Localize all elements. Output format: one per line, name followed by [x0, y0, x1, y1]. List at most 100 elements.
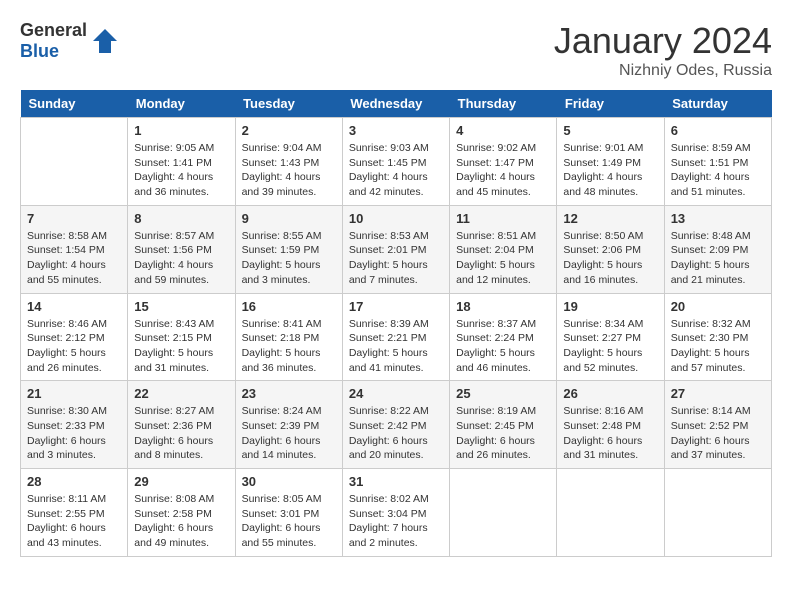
calendar-cell: 28Sunrise: 8:11 AMSunset: 2:55 PMDayligh…	[21, 469, 128, 557]
calendar-cell: 23 Sunrise: 8:24 AMSunset: 2:39 PMDayligh…	[235, 381, 342, 469]
day-number: 27	[671, 386, 765, 401]
calendar-cell: 26 Sunrise: 8:16 AMSunset: 2:48 PMDayligh…	[557, 381, 664, 469]
calendar-cell: 3 Sunrise: 9:03 AMSunset: 1:45 PMDaylight…	[342, 118, 449, 206]
day-number: 8	[134, 211, 228, 226]
calendar-cell: 9 Sunrise: 8:55 AMSunset: 1:59 PMDaylight…	[235, 205, 342, 293]
day-number: 31	[349, 474, 443, 489]
calendar-cell: 18 Sunrise: 8:37 AMSunset: 2:24 PMDayligh…	[450, 293, 557, 381]
day-number: 26	[563, 386, 657, 401]
calendar-cell: 30 Sunrise: 8:05 AMSunset: 3:01 PMDayligh…	[235, 469, 342, 557]
day-info: Sunrise: 8:50 AMSunset: 2:06 PMDaylight:…	[563, 229, 657, 288]
weekday-header-thursday: Thursday	[450, 90, 557, 118]
calendar-cell: 2 Sunrise: 9:04 AMSunset: 1:43 PMDaylight…	[235, 118, 342, 206]
calendar-cell: 31 Sunrise: 8:02 AMSunset: 3:04 PMDayligh…	[342, 469, 449, 557]
day-info: Sunrise: 9:05 AMSunset: 1:41 PMDaylight:…	[134, 141, 228, 200]
calendar-cell: 1Sunrise: 9:05 AMSunset: 1:41 PMDaylight…	[128, 118, 235, 206]
calendar-cell: 14Sunrise: 8:46 AMSunset: 2:12 PMDayligh…	[21, 293, 128, 381]
page-header: General Blue January 2024 Nizhniy Odes, …	[20, 20, 772, 80]
calendar-cell: 19Sunrise: 8:34 AMSunset: 2:27 PMDayligh…	[557, 293, 664, 381]
day-info: Sunrise: 9:04 AMSunset: 1:43 PMDaylight:…	[242, 141, 336, 200]
calendar-cell: 20Sunrise: 8:32 AMSunset: 2:30 PMDayligh…	[664, 293, 771, 381]
day-number: 9	[242, 211, 336, 226]
day-number: 13	[671, 211, 765, 226]
day-info: Sunrise: 8:02 AMSunset: 3:04 PMDaylight:…	[349, 492, 443, 551]
day-number: 3	[349, 123, 443, 138]
day-info: Sunrise: 8:16 AMSunset: 2:48 PMDaylight:…	[563, 404, 657, 463]
logo-icon	[91, 27, 119, 55]
calendar-cell: 12 Sunrise: 8:50 AMSunset: 2:06 PMDayligh…	[557, 205, 664, 293]
day-info: Sunrise: 8:05 AMSunset: 3:01 PMDaylight:…	[242, 492, 336, 551]
week-row-1: 1Sunrise: 9:05 AMSunset: 1:41 PMDaylight…	[21, 118, 772, 206]
weekday-header-monday: Monday	[128, 90, 235, 118]
calendar-cell: 27 Sunrise: 8:14 AMSunset: 2:52 PMDayligh…	[664, 381, 771, 469]
calendar-cell: 10 Sunrise: 8:53 AMSunset: 2:01 PMDayligh…	[342, 205, 449, 293]
day-number: 30	[242, 474, 336, 489]
day-info: Sunrise: 8:55 AMSunset: 1:59 PMDaylight:…	[242, 229, 336, 288]
day-number: 29	[134, 474, 228, 489]
day-number: 20	[671, 299, 765, 314]
day-number: 18	[456, 299, 550, 314]
day-number: 6	[671, 123, 765, 138]
day-number: 7	[27, 211, 121, 226]
calendar-cell	[450, 469, 557, 557]
day-info: Sunrise: 8:58 AMSunset: 1:54 PMDaylight:…	[27, 229, 121, 288]
calendar-cell: 8Sunrise: 8:57 AMSunset: 1:56 PMDaylight…	[128, 205, 235, 293]
logo-text-blue: Blue	[20, 41, 59, 61]
day-info: Sunrise: 8:14 AMSunset: 2:52 PMDaylight:…	[671, 404, 765, 463]
day-number: 23	[242, 386, 336, 401]
day-info: Sunrise: 9:02 AMSunset: 1:47 PMDaylight:…	[456, 141, 550, 200]
day-info: Sunrise: 8:39 AMSunset: 2:21 PMDaylight:…	[349, 317, 443, 376]
calendar-cell: 5 Sunrise: 9:01 AMSunset: 1:49 PMDaylight…	[557, 118, 664, 206]
day-number: 17	[349, 299, 443, 314]
day-info: Sunrise: 8:41 AMSunset: 2:18 PMDaylight:…	[242, 317, 336, 376]
day-info: Sunrise: 8:22 AMSunset: 2:42 PMDaylight:…	[349, 404, 443, 463]
calendar-cell: 15 Sunrise: 8:43 AMSunset: 2:15 PMDayligh…	[128, 293, 235, 381]
weekday-header-saturday: Saturday	[664, 90, 771, 118]
day-info: Sunrise: 8:27 AMSunset: 2:36 PMDaylight:…	[134, 404, 228, 463]
day-info: Sunrise: 9:03 AMSunset: 1:45 PMDaylight:…	[349, 141, 443, 200]
calendar-cell: 25Sunrise: 8:19 AMSunset: 2:45 PMDayligh…	[450, 381, 557, 469]
calendar-cell: 17 Sunrise: 8:39 AMSunset: 2:21 PMDayligh…	[342, 293, 449, 381]
day-number: 24	[349, 386, 443, 401]
day-info: Sunrise: 8:24 AMSunset: 2:39 PMDaylight:…	[242, 404, 336, 463]
calendar-cell	[664, 469, 771, 557]
day-number: 22	[134, 386, 228, 401]
weekday-header-wednesday: Wednesday	[342, 90, 449, 118]
day-info: Sunrise: 8:43 AMSunset: 2:15 PMDaylight:…	[134, 317, 228, 376]
day-info: Sunrise: 8:34 AMSunset: 2:27 PMDaylight:…	[563, 317, 657, 376]
calendar-cell: 21 Sunrise: 8:30 AMSunset: 2:33 PMDayligh…	[21, 381, 128, 469]
day-number: 2	[242, 123, 336, 138]
calendar-cell	[557, 469, 664, 557]
day-info: Sunrise: 8:59 AMSunset: 1:51 PMDaylight:…	[671, 141, 765, 200]
day-info: Sunrise: 8:30 AMSunset: 2:33 PMDaylight:…	[27, 404, 121, 463]
day-number: 16	[242, 299, 336, 314]
day-info: Sunrise: 9:01 AMSunset: 1:49 PMDaylight:…	[563, 141, 657, 200]
logo: General Blue	[20, 20, 119, 62]
day-number: 21	[27, 386, 121, 401]
day-number: 14	[27, 299, 121, 314]
calendar-title: January 2024	[554, 20, 772, 62]
weekday-header-friday: Friday	[557, 90, 664, 118]
calendar-cell: 22 Sunrise: 8:27 AMSunset: 2:36 PMDayligh…	[128, 381, 235, 469]
weekday-header-sunday: Sunday	[21, 90, 128, 118]
day-info: Sunrise: 8:08 AMSunset: 2:58 PMDaylight:…	[134, 492, 228, 551]
week-row-4: 21 Sunrise: 8:30 AMSunset: 2:33 PMDayligh…	[21, 381, 772, 469]
day-number: 11	[456, 211, 550, 226]
day-info: Sunrise: 8:53 AMSunset: 2:01 PMDaylight:…	[349, 229, 443, 288]
day-number: 12	[563, 211, 657, 226]
day-info: Sunrise: 8:48 AMSunset: 2:09 PMDaylight:…	[671, 229, 765, 288]
day-number: 5	[563, 123, 657, 138]
day-number: 10	[349, 211, 443, 226]
day-number: 15	[134, 299, 228, 314]
day-info: Sunrise: 8:11 AMSunset: 2:55 PMDaylight:…	[27, 492, 121, 551]
calendar-cell: 7 Sunrise: 8:58 AMSunset: 1:54 PMDaylight…	[21, 205, 128, 293]
calendar-cell: 24 Sunrise: 8:22 AMSunset: 2:42 PMDayligh…	[342, 381, 449, 469]
calendar-cell: 16 Sunrise: 8:41 AMSunset: 2:18 PMDayligh…	[235, 293, 342, 381]
calendar-cell: 6 Sunrise: 8:59 AMSunset: 1:51 PMDaylight…	[664, 118, 771, 206]
calendar-cell: 4Sunrise: 9:02 AMSunset: 1:47 PMDaylight…	[450, 118, 557, 206]
weekday-header-tuesday: Tuesday	[235, 90, 342, 118]
day-info: Sunrise: 8:37 AMSunset: 2:24 PMDaylight:…	[456, 317, 550, 376]
calendar-cell: 29 Sunrise: 8:08 AMSunset: 2:58 PMDayligh…	[128, 469, 235, 557]
calendar-cell: 11Sunrise: 8:51 AMSunset: 2:04 PMDayligh…	[450, 205, 557, 293]
calendar-cell: 13 Sunrise: 8:48 AMSunset: 2:09 PMDayligh…	[664, 205, 771, 293]
